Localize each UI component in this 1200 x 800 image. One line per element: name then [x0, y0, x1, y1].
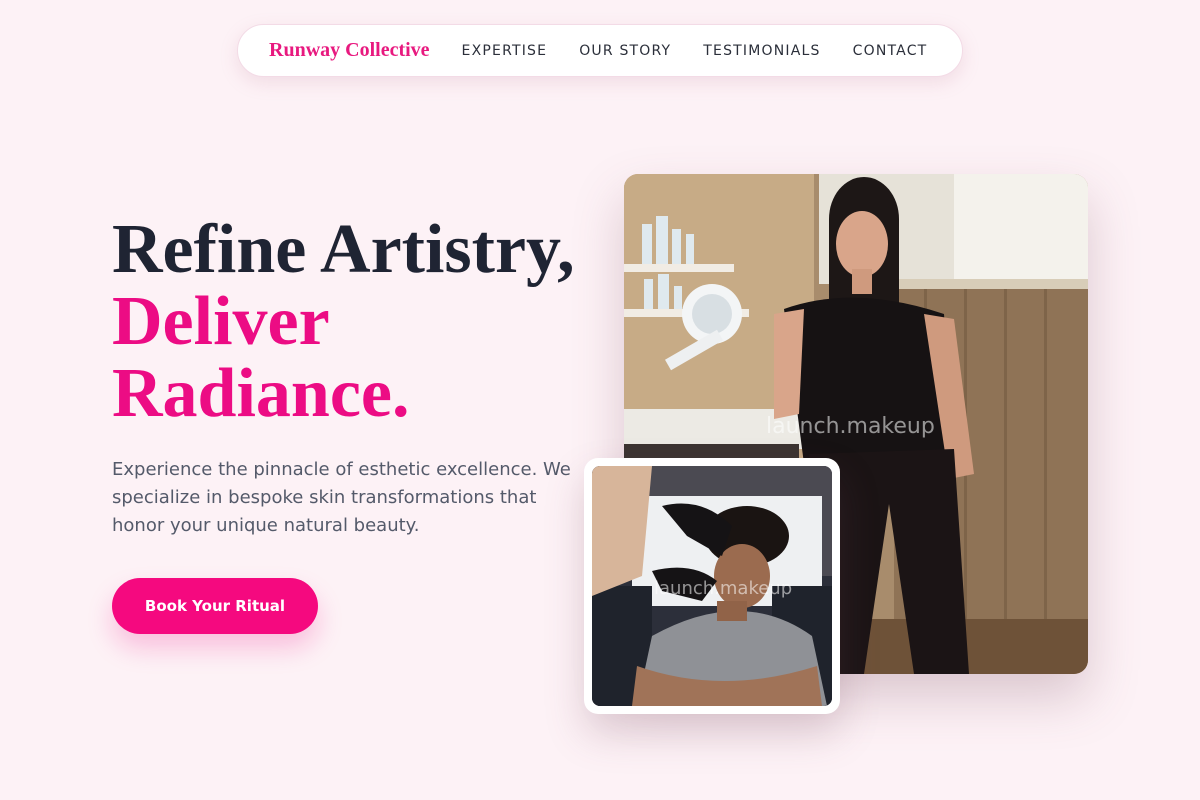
book-ritual-button[interactable]: Book Your Ritual — [112, 578, 318, 634]
brand-logo[interactable]: Runway Collective — [269, 39, 430, 62]
nav-link-our-story[interactable]: OUR STORY — [579, 43, 671, 59]
nav-link-expertise[interactable]: EXPERTISE — [462, 43, 548, 59]
nav-links: EXPERTISE OUR STORY TESTIMONIALS CONTACT — [462, 43, 928, 59]
nav-link-contact[interactable]: CONTACT — [853, 43, 928, 59]
hero-subtext: Experience the pinnacle of esthetic exce… — [112, 459, 571, 536]
headline-line-3: Radiance. — [112, 355, 410, 432]
treatment-photo-frame: launch.makeup — [584, 458, 840, 714]
facial-treatment-photo: launch.makeup — [592, 466, 832, 706]
hero-headline: Refine Artistry, Deliver Radiance. — [112, 214, 575, 430]
headline-line-1: Refine Artistry, — [112, 211, 575, 288]
headline-line-2: Deliver — [112, 283, 330, 360]
nav-link-testimonials[interactable]: TESTIMONIALS — [703, 43, 820, 59]
top-nav: Runway Collective EXPERTISE OUR STORY TE… — [237, 24, 963, 77]
